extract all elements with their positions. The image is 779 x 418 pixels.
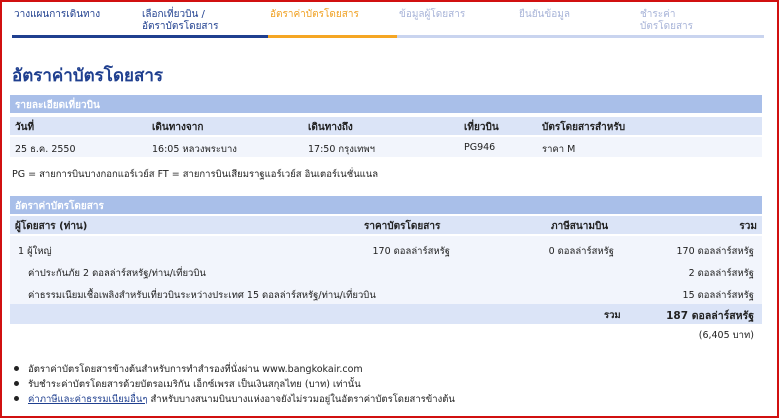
step-label-line2: อัตราบัตรโดยสาร — [142, 21, 219, 32]
step-passenger-info: ข้อมูลผู้โดยสาร — [397, 8, 517, 38]
fuel-surcharge-amount: 15 ดอลล่าร์สหรัฐ — [682, 290, 754, 301]
flight-date: 25 ธ.ค. 2550 — [15, 144, 76, 155]
insurance-label: ค่าประกันภัย 2 ดอลล่าร์สหรัฐ/ท่าน/เที่ยว… — [28, 268, 206, 279]
flight-column-headers: วันที่ เดินทางจาก เดินทางถึง เที่ยวบิน บ… — [10, 117, 762, 135]
col-flight: เที่ยวบิน — [464, 122, 499, 133]
step-label: ยืนยันข้อมูล — [519, 9, 570, 20]
fare-section-header: อัตราค่าบัตรโดยสาร — [10, 196, 762, 214]
fare-notes: อัตราค่าบัตรโดยสารข้างต้นสำหรับการทำสำรอ… — [12, 362, 455, 407]
col-to: เดินทางถึง — [308, 122, 353, 133]
step-bar — [139, 35, 268, 38]
total-thb-row: (6,405 บาท) — [10, 324, 762, 344]
note-text: สำหรับบางสนามบินบางแห่งอาจยังไม่รวมอยู่ใ… — [147, 394, 455, 405]
step-bar — [639, 35, 764, 38]
flight-departure: 16:05 หลวงพระบาง — [152, 144, 237, 155]
note-text: อัตราค่าบัตรโดยสารข้างต้นสำหรับการทำสำรอ… — [28, 364, 363, 375]
col-fare: ราคาบัตรโดยสาร — [364, 221, 441, 232]
passenger-total: 170 ดอลล่าร์สหรัฐ — [676, 246, 754, 257]
step-plan-trip[interactable]: วางแผนการเดินทาง — [12, 8, 139, 38]
flight-number: PG946 — [464, 142, 496, 153]
fare-class: ราคา M — [542, 144, 576, 155]
passenger-count: 1 ผู้ใหญ่ — [18, 246, 52, 257]
col-total: รวม — [739, 221, 757, 232]
insurance-amount: 2 ดอลล่าร์สหรัฐ — [688, 268, 754, 279]
step-payment: ชำระค่า บัตรโดยสาร — [639, 8, 764, 38]
col-passengers: ผู้โดยสาร (ท่าน) — [15, 221, 88, 232]
step-confirm: ยืนยันข้อมูล — [517, 8, 639, 38]
step-label-line2: บัตรโดยสาร — [640, 21, 694, 32]
page-title: อัตราค่าบัตรโดยสาร — [12, 66, 163, 86]
step-bar — [12, 35, 139, 38]
step-bar — [517, 35, 639, 38]
note-item: ค่าภาษีและค่าธรรมเนียมอื่นๆ สำหรับบางสนา… — [12, 392, 455, 407]
step-bar — [397, 35, 517, 38]
taxes-fees-link[interactable]: ค่าภาษีและค่าธรรมเนียมอื่นๆ — [28, 394, 147, 405]
step-label: วางแผนการเดินทาง — [14, 9, 101, 20]
flight-arrival: 17:50 กรุงเทพฯ — [308, 144, 375, 155]
step-label: ข้อมูลผู้โดยสาร — [399, 9, 466, 20]
step-label: เลือกเที่ยวบิน / อัตราบัตรโดยสาร — [142, 9, 219, 33]
fare-column-headers: ผู้โดยสาร (ท่าน) ราคาบัตรโดยสาร ภาษีสนาม… — [10, 216, 762, 234]
airport-tax-amount: 0 ดอลล่าร์สหรัฐ — [548, 246, 614, 257]
col-fare-class: บัตรโดยสารสำหรับ — [542, 122, 626, 133]
col-airport-tax: ภาษีสนามบิน — [551, 221, 609, 232]
total-thb: (6,405 บาท) — [698, 330, 754, 341]
fare-amount: 170 ดอลล่าร์สหรัฐ — [372, 246, 450, 257]
total-label: รวม — [604, 310, 621, 321]
step-select-flight[interactable]: เลือกเที่ยวบิน / อัตราบัตรโดยสาร — [139, 8, 268, 38]
note-text: รับชำระค่าบัตรโดยสารด้วยบัตรอเมริกัน เอ็… — [28, 379, 361, 390]
progress-steps: วางแผนการเดินทาง เลือกเที่ยวบิน / อัตราบ… — [12, 8, 764, 38]
col-from: เดินทางจาก — [152, 122, 204, 133]
step-bar — [268, 35, 397, 38]
step-label: ชำระค่า บัตรโดยสาร — [640, 9, 693, 33]
note-item: อัตราค่าบัตรโดยสารข้างต้นสำหรับการทำสำรอ… — [12, 362, 455, 377]
fare-total-row: รวม 187 ดอลล่าร์สหรัฐ — [10, 304, 762, 324]
fuel-surcharge-label: ค่าธรรมเนียมเชื้อเพลิงสำหรับเที่ยวบินระห… — [28, 290, 376, 301]
total-amount: 187 ดอลล่าร์สหรัฐ — [666, 310, 754, 322]
step-label-line1: เลือกเที่ยวบิน / — [142, 9, 205, 20]
step-fares: อัตราค่าบัตรโดยสาร — [268, 8, 397, 38]
flight-row: 25 ธ.ค. 2550 16:05 หลวงพระบาง 17:50 กรุง… — [10, 137, 762, 157]
airline-note: PG = สายการบินบางกอกแอร์เวย์ส FT = สายกา… — [12, 169, 379, 180]
flight-section-header: รายละเอียดเที่ยวบิน — [10, 95, 762, 113]
col-date: วันที่ — [15, 122, 35, 133]
step-label: อัตราค่าบัตรโดยสาร — [270, 9, 359, 20]
note-item: รับชำระค่าบัตรโดยสารด้วยบัตรอเมริกัน เอ็… — [12, 377, 455, 392]
fare-rows: 1 ผู้ใหญ่ 170 ดอลล่าร์สหรัฐ 0 ดอลล่าร์สห… — [10, 236, 762, 304]
step-label-line1: ชำระค่า — [640, 9, 676, 20]
